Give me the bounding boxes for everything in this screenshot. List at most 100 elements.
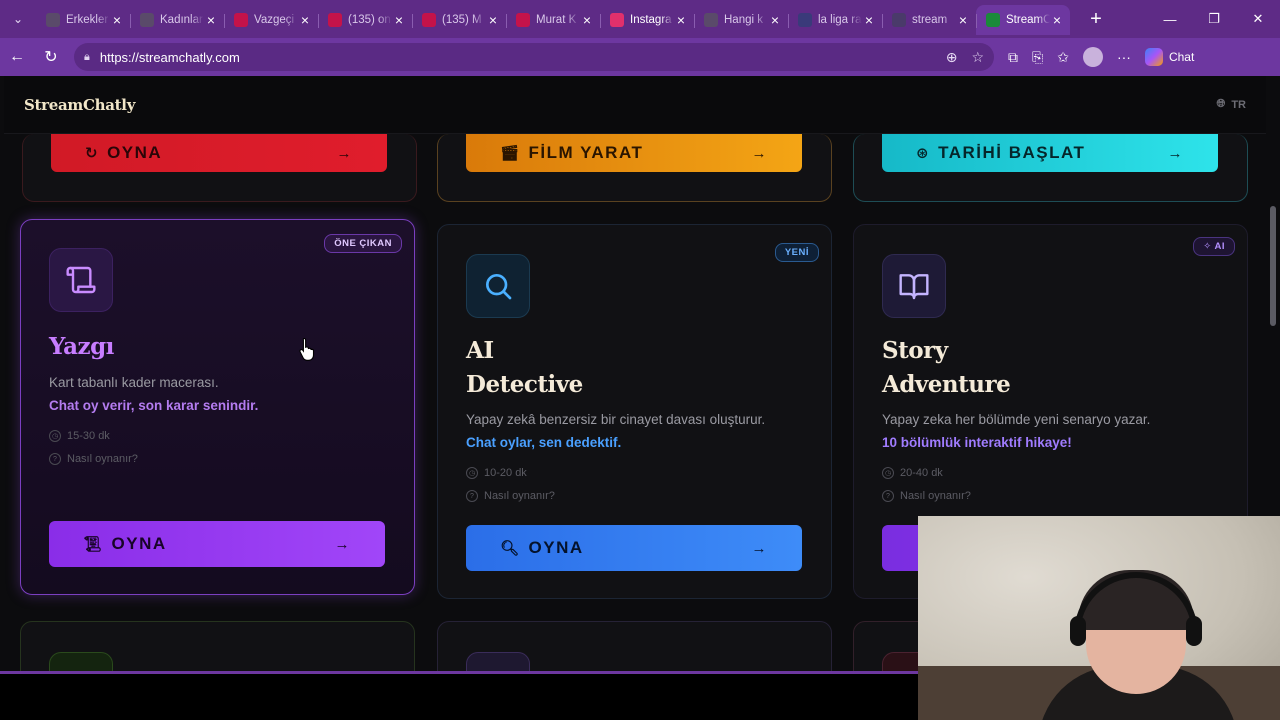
- how-to-play-text: Nasıl oynanır?: [67, 453, 138, 465]
- close-tab-icon[interactable]: ×: [674, 12, 688, 28]
- tab-favicon: [140, 13, 154, 27]
- arrow-right-icon: →: [334, 535, 351, 553]
- close-tab-icon[interactable]: ×: [956, 12, 970, 28]
- duration-text: 10-20 dk: [484, 467, 527, 479]
- tab-favicon: [516, 13, 530, 27]
- minimize-icon[interactable]: —: [1148, 0, 1192, 38]
- arrow-right-icon: →: [751, 144, 768, 162]
- close-tab-icon[interactable]: ×: [204, 12, 218, 28]
- play-button[interactable]: 🔍︎ OYNA →: [466, 525, 802, 571]
- close-tab-icon[interactable]: ×: [768, 12, 782, 28]
- create-film-button[interactable]: 🎬︎ FİLM YARAT →: [466, 134, 802, 172]
- browser-tab[interactable]: Kadınlar ×: [130, 5, 224, 35]
- close-tab-icon[interactable]: ×: [862, 12, 876, 28]
- play-button[interactable]: ↻ OYNA →: [51, 134, 387, 172]
- globe-icon: 🌐︎: [1216, 98, 1226, 110]
- tab-favicon: [704, 13, 718, 27]
- clapperboard-icon: 🎬︎: [500, 145, 521, 162]
- how-to-play-link[interactable]: ? Nasıl oynanır?: [882, 490, 971, 502]
- tab-favicon: [422, 13, 436, 27]
- browser-tab[interactable]: (135) M ×: [412, 5, 506, 35]
- browser-tab-bar: ⌄ Erkekler × Kadınlar × Vazgeçi × (135) on ×…: [0, 0, 1280, 38]
- tab-favicon: [986, 13, 1000, 27]
- close-tab-icon[interactable]: ×: [110, 12, 124, 28]
- favorites-icon[interactable]: ✩: [1057, 49, 1069, 66]
- game-description: Yapay zekâ benzersiz bir cinayet davası …: [466, 412, 766, 427]
- site-info-icon[interactable]: 🔒︎: [84, 51, 90, 64]
- favorite-star-icon[interactable]: ☆: [971, 49, 984, 66]
- game-title: Story Adventure: [882, 334, 1082, 402]
- close-tab-icon[interactable]: ×: [580, 12, 594, 28]
- game-description: Yapay zeka her bölümde yeni senaryo yaza…: [882, 412, 1151, 427]
- start-history-button[interactable]: ⊛ TARİHİ BAŞLAT →: [882, 134, 1218, 172]
- profile-avatar[interactable]: [1082, 47, 1103, 67]
- toolbar-icons: ⧉ ⎘ ✩ ···: [1008, 47, 1131, 67]
- game-highlight: Chat oy verir, son karar senindir.: [49, 398, 259, 413]
- magnifier-icon: 🔍︎: [500, 540, 521, 557]
- play-button[interactable]: 📜︎ OYNA →: [49, 521, 385, 567]
- game-title-line: Adventure: [882, 371, 1011, 398]
- duration-row: ◷ 20-40 dk: [882, 467, 943, 479]
- tab-label: Vazgeçi: [254, 14, 295, 26]
- game-card-bottom-2: [437, 621, 832, 671]
- webcam-overlay: [918, 516, 1280, 720]
- split-screen-icon[interactable]: ⎘: [1032, 49, 1043, 66]
- browser-tab-active[interactable]: StreamC ×: [976, 5, 1070, 35]
- copilot-icon: [1144, 48, 1163, 66]
- heart-icon: [466, 652, 530, 671]
- language-switcher[interactable]: 🌐︎ TR: [1217, 98, 1246, 111]
- tab-favicon: [46, 13, 60, 27]
- zoom-icon[interactable]: ⊕: [946, 49, 958, 66]
- browser-tab[interactable]: Murat K ×: [506, 5, 600, 35]
- play-button-label: OYNA: [107, 143, 163, 162]
- tab-label: StreamC: [1006, 14, 1050, 26]
- tab-label: Murat K: [536, 14, 577, 26]
- browser-tab[interactable]: stream ×: [882, 5, 976, 35]
- back-icon[interactable]: ←: [0, 48, 34, 66]
- tab-favicon: [892, 13, 906, 27]
- circle-arrow-icon: ↻: [85, 145, 100, 162]
- page-scrollbar[interactable]: [1270, 206, 1276, 326]
- game-card-top-2: 🎬︎ FİLM YARAT →: [437, 134, 832, 202]
- how-to-play-link[interactable]: ? Nasıl oynanır?: [49, 453, 138, 465]
- site-logo[interactable]: StreamChatly: [24, 96, 135, 114]
- close-window-icon[interactable]: ✕: [1236, 0, 1280, 38]
- scroll-icon: [49, 248, 113, 312]
- window-controls: — ❐ ✕: [1148, 0, 1280, 38]
- close-tab-icon[interactable]: ×: [392, 12, 406, 28]
- browser-tab[interactable]: (135) on ×: [318, 5, 412, 35]
- browser-tab[interactable]: Hangi k ×: [694, 5, 788, 35]
- book-icon: [882, 254, 946, 318]
- duration-row: ◷ 10-20 dk: [466, 467, 527, 479]
- how-to-play-link[interactable]: ? Nasıl oynanır?: [466, 490, 555, 502]
- maximize-icon[interactable]: ❐: [1192, 0, 1236, 38]
- play-button-label: FİLM YARAT: [528, 143, 644, 162]
- more-menu-icon[interactable]: ···: [1117, 49, 1131, 65]
- browser-tab[interactable]: Instagra ×: [600, 5, 694, 35]
- tab-label: la liga ra: [818, 14, 862, 26]
- new-tab-button[interactable]: +: [1078, 8, 1114, 31]
- browser-tab[interactable]: la liga ra ×: [788, 5, 882, 35]
- featured-badge: ÖNE ÇIKAN: [324, 234, 402, 253]
- extensions-icon[interactable]: ⧉: [1008, 49, 1018, 66]
- close-tab-icon[interactable]: ×: [298, 12, 312, 28]
- headset-ear-right: [1186, 616, 1202, 646]
- game-highlight: Chat oylar, sen dedektif.: [466, 435, 622, 450]
- browser-tab[interactable]: Vazgeçi ×: [224, 5, 318, 35]
- tab-label: (135) M: [442, 14, 482, 26]
- url-field[interactable]: 🔒︎ https://streamchatly.com ⊕ ☆: [74, 43, 994, 71]
- scroll-icon: 📜︎: [83, 536, 104, 553]
- headset-ear-left: [1070, 616, 1086, 646]
- reload-icon[interactable]: ↻: [34, 47, 68, 67]
- copilot-chat-button[interactable]: Chat: [1144, 48, 1194, 66]
- game-card-top-1: ↻ OYNA →: [22, 134, 417, 202]
- tab-favicon: [610, 13, 624, 27]
- arrow-right-icon: →: [751, 539, 768, 557]
- how-to-play-text: Nasıl oynanır?: [900, 490, 971, 502]
- tab-actions-menu[interactable]: ⌄: [0, 0, 36, 38]
- close-tab-icon[interactable]: ×: [486, 12, 500, 28]
- url-text: https://streamchatly.com: [99, 49, 240, 65]
- browser-tab[interactable]: Erkekler ×: [36, 5, 130, 35]
- close-tab-icon[interactable]: ×: [1050, 12, 1064, 28]
- clock-icon: ◷: [466, 467, 478, 479]
